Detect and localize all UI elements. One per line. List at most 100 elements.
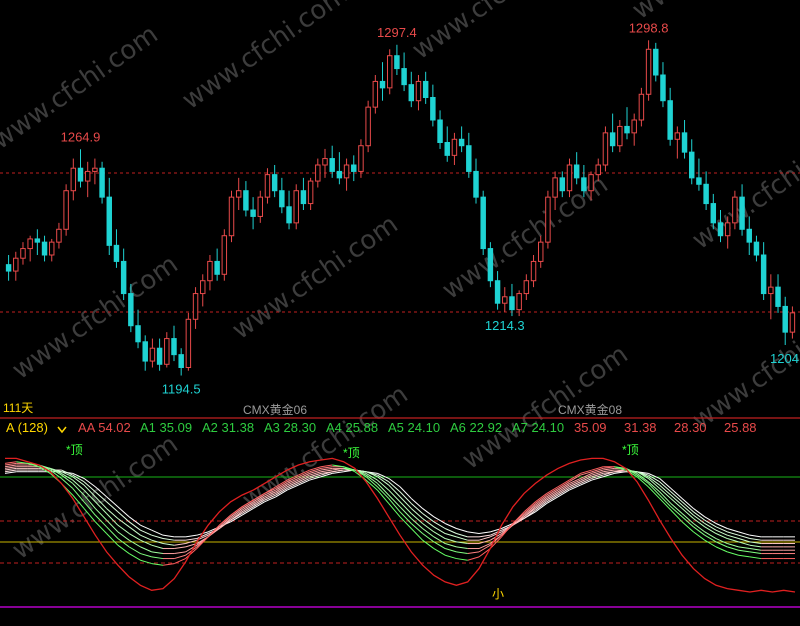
price-panel[interactable]: 1264.9 1194.5 1297.4 1214.3 1298.8 1204 xyxy=(0,20,800,419)
series-A4 xyxy=(117,524,130,534)
candle-up xyxy=(415,80,422,102)
candle-up xyxy=(185,318,192,368)
series-A5 xyxy=(456,536,468,541)
candle-up xyxy=(365,106,371,147)
series-A4 xyxy=(410,513,423,524)
candle-up xyxy=(322,158,328,166)
candle-down xyxy=(156,347,163,365)
chevron-down-icon[interactable] xyxy=(57,426,67,434)
series-A7 xyxy=(727,528,739,533)
series-A5 xyxy=(478,536,491,541)
candle-up xyxy=(372,80,379,108)
series-A2 xyxy=(738,549,750,553)
candle-up xyxy=(386,55,393,89)
candle-down xyxy=(559,177,566,192)
series-A7 xyxy=(185,534,197,538)
candle-up xyxy=(257,196,264,217)
candle-down xyxy=(379,80,386,89)
series-A2 xyxy=(647,483,660,496)
candle-down xyxy=(34,238,41,243)
series-A3 xyxy=(151,551,164,555)
top-marker: *顶 xyxy=(622,443,639,457)
candle-down xyxy=(739,196,745,230)
series-A1 xyxy=(749,556,762,560)
candle-up xyxy=(451,138,458,156)
watermark-text: www.cfchi.com xyxy=(407,0,584,66)
candle-up xyxy=(20,248,26,259)
series-A1 xyxy=(738,554,750,558)
candle-down xyxy=(41,241,48,256)
watermark-text: www.cfchi.com xyxy=(7,429,184,565)
series-A1 xyxy=(659,498,672,511)
candle-down xyxy=(286,206,292,224)
series-A6 xyxy=(456,533,468,538)
watermark-text: www.cfchi.com xyxy=(177,0,354,116)
candle-down xyxy=(178,354,184,368)
series-A2 xyxy=(174,554,186,560)
series-A3 xyxy=(106,519,119,533)
candle-down xyxy=(430,97,436,121)
candle-up xyxy=(358,145,364,172)
series-A5 xyxy=(128,526,141,536)
candle-up xyxy=(56,228,62,243)
candle-down xyxy=(667,100,673,140)
candle-up xyxy=(149,347,156,362)
candle-up xyxy=(13,257,19,272)
high-price-label: 1264.9 xyxy=(61,129,101,144)
candle-up xyxy=(221,235,228,275)
candle-down xyxy=(408,84,415,102)
candle-up xyxy=(545,196,551,243)
series-A3 xyxy=(456,546,468,550)
candle-up xyxy=(235,190,242,198)
gold-chart: www.cfchi.com www.cfchi.com www.cfchi.com w… xyxy=(0,0,800,608)
candle-down xyxy=(760,254,767,295)
series-A1 xyxy=(467,556,480,561)
candle-down xyxy=(271,174,278,192)
candle-up xyxy=(595,164,601,176)
series-A4 xyxy=(422,523,435,533)
candle-up xyxy=(343,164,350,179)
series-A4 xyxy=(727,538,739,543)
series-A5 xyxy=(174,543,186,546)
candle-up xyxy=(638,93,645,121)
series-A6 xyxy=(128,521,141,531)
series-A2 xyxy=(410,523,423,534)
indicator-name[interactable]: A (128) xyxy=(6,420,48,435)
candle-up xyxy=(27,238,33,250)
candle-up xyxy=(516,293,522,311)
candle-down xyxy=(437,119,443,143)
low-price-label: 1204 xyxy=(770,351,799,366)
series-A6 xyxy=(478,534,491,538)
candle-up xyxy=(588,174,594,192)
series-A7 xyxy=(704,516,717,524)
candle-down xyxy=(279,190,285,208)
candle-down xyxy=(696,177,702,185)
candle-down xyxy=(703,183,709,205)
legend-item: AA 54.02 xyxy=(78,420,131,435)
series-A3 xyxy=(749,548,762,551)
legend-item: 35.09 xyxy=(574,420,607,435)
candle-up xyxy=(207,260,213,282)
candle-down xyxy=(401,68,407,86)
legend-item: A2 31.38 xyxy=(202,420,254,435)
candle-down xyxy=(444,142,450,156)
series-A2 xyxy=(117,538,130,548)
top-marker: *顶 xyxy=(343,446,360,460)
series-A2 xyxy=(106,526,119,539)
series-A5 xyxy=(140,534,152,541)
candle-up xyxy=(192,293,199,320)
candle-down xyxy=(99,167,105,198)
series-A1 xyxy=(715,546,728,553)
series-A1 xyxy=(456,558,468,561)
series-A1 xyxy=(422,539,435,549)
series-A2 xyxy=(727,546,739,551)
series-A5 xyxy=(738,538,750,543)
series-A7 xyxy=(117,506,130,518)
candle-down xyxy=(422,80,429,99)
candle-down xyxy=(77,167,84,182)
series-A6 xyxy=(140,529,152,536)
series-A3 xyxy=(422,528,435,538)
candle-up xyxy=(200,280,206,295)
candle-up xyxy=(768,286,774,295)
candle-up xyxy=(84,170,91,182)
